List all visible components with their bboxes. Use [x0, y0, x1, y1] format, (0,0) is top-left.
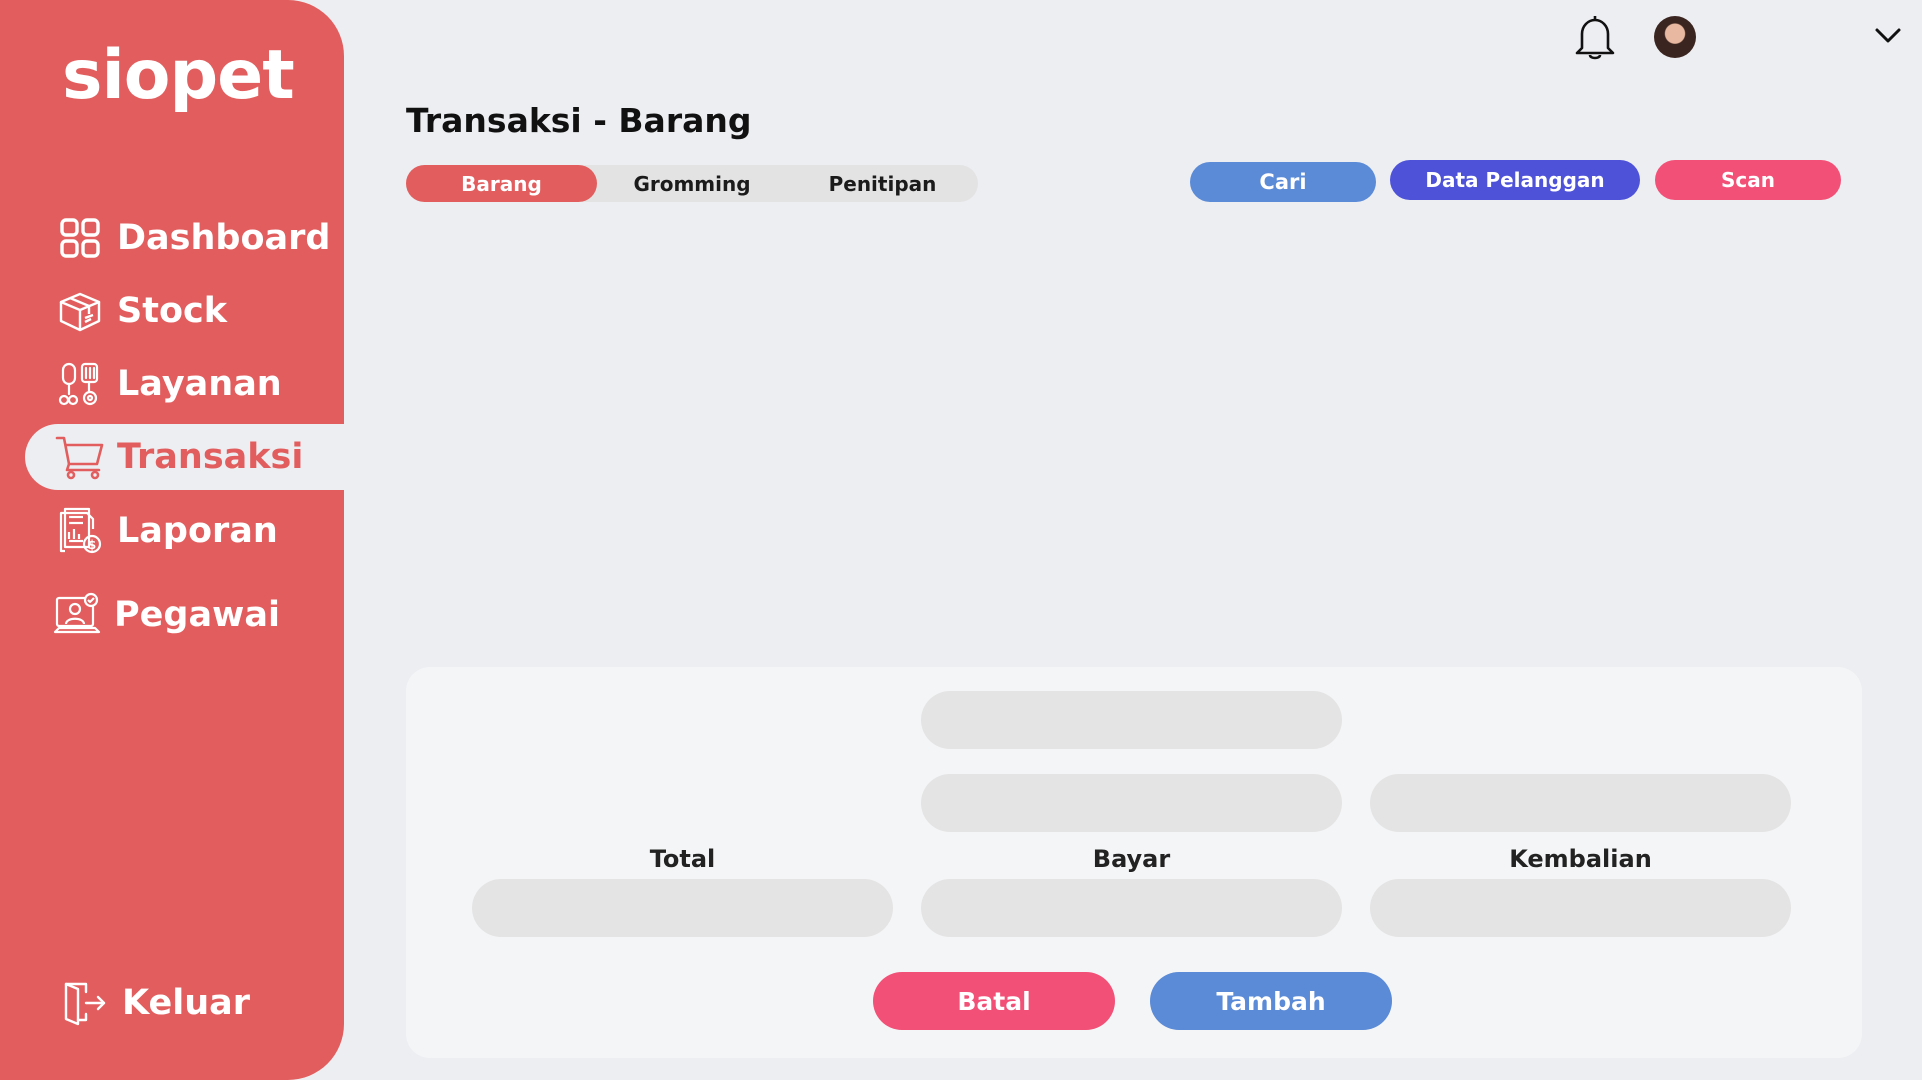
payment-panel: Total Bayar Kembalian Batal Tambah — [406, 667, 1862, 1058]
kembalian-field[interactable] — [1370, 879, 1791, 937]
tab-gromming[interactable]: Gromming — [597, 165, 787, 202]
logout-icon — [60, 978, 110, 1028]
avatar[interactable] — [1654, 16, 1696, 58]
tab-penitipan[interactable]: Penitipan — [787, 165, 978, 202]
app-logo[interactable]: siopet — [62, 36, 295, 115]
sidebar-item-transaksi[interactable]: Transaksi — [25, 424, 344, 490]
add-button[interactable]: Tambah — [1150, 972, 1392, 1030]
total-field[interactable] — [472, 879, 893, 937]
box-icon — [55, 286, 105, 336]
sidebar-item-label: Layanan — [117, 364, 282, 404]
sidebar-item-label: Stock — [117, 291, 228, 331]
tab-barang[interactable]: Barang — [406, 165, 597, 202]
info-field-2[interactable] — [921, 774, 1342, 832]
report-icon: $ — [55, 506, 105, 556]
sidebar-item-pegawai[interactable]: Pegawai — [22, 582, 341, 648]
sidebar-item-label: Transaksi — [117, 437, 304, 477]
sidebar-item-label: Pegawai — [114, 595, 281, 635]
bell-icon[interactable] — [1570, 12, 1620, 62]
sidebar-item-laporan[interactable]: $ Laporan — [25, 498, 344, 564]
kembalian-label: Kembalian — [1509, 845, 1652, 873]
customer-data-button[interactable]: Data Pelanggan — [1390, 160, 1640, 200]
scan-button[interactable]: Scan — [1655, 160, 1841, 200]
cart-icon — [55, 432, 105, 482]
transaction-tabs: Barang Gromming Penitipan — [406, 165, 978, 202]
chevron-down-icon[interactable] — [1874, 26, 1902, 46]
logout-label: Keluar — [122, 983, 251, 1023]
bayar-label: Bayar — [1092, 845, 1171, 873]
sidebar-item-dashboard[interactable]: Dashboard — [25, 205, 344, 271]
info-field-3[interactable] — [1370, 774, 1791, 832]
grooming-tools-icon — [55, 359, 105, 409]
sidebar-item-stock[interactable]: Stock — [25, 278, 344, 344]
total-label: Total — [649, 845, 716, 873]
page-title: Transaksi - Barang — [406, 101, 752, 140]
logout-button[interactable]: Keluar — [30, 970, 349, 1036]
sidebar-item-label: Dashboard — [117, 218, 331, 258]
search-button[interactable]: Cari — [1190, 162, 1376, 202]
svg-text:$: $ — [88, 538, 96, 552]
info-field-1[interactable] — [921, 691, 1342, 749]
sidebar-item-layanan[interactable]: Layanan — [25, 351, 344, 417]
sidebar: siopet Dashboard Stock Layanan Transaksi… — [0, 0, 344, 1080]
cancel-button[interactable]: Batal — [873, 972, 1115, 1030]
sidebar-item-label: Laporan — [117, 511, 278, 551]
employee-icon — [52, 590, 102, 640]
dashboard-icon — [55, 213, 105, 263]
bayar-field[interactable] — [921, 879, 1342, 937]
